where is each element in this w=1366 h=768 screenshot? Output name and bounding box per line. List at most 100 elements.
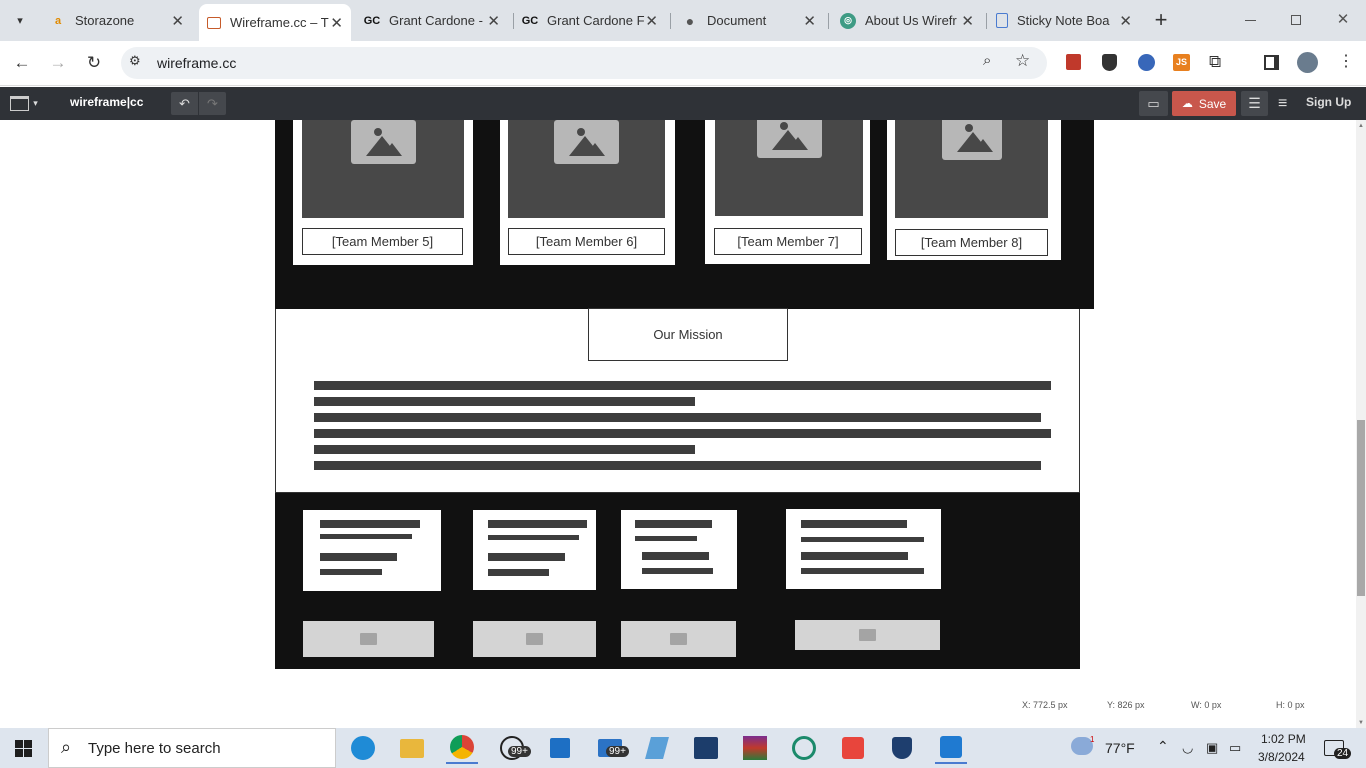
forward-icon[interactable]: → xyxy=(47,52,69,74)
footer-image-placeholder[interactable] xyxy=(621,621,736,657)
scroll-down-arrow[interactable]: ▼ xyxy=(1358,720,1364,726)
undo-button[interactable]: ↶ xyxy=(171,92,198,115)
vertical-scrollbar[interactable]: ▲ ▼ xyxy=(1356,120,1366,728)
tab-wireframe[interactable]: Wireframe.cc – T ✕ xyxy=(199,4,351,41)
edge-icon[interactable] xyxy=(347,732,379,764)
redo-button[interactable]: ↷ xyxy=(199,92,226,115)
close-icon[interactable]: ✕ xyxy=(645,12,658,30)
footer-image-placeholder[interactable] xyxy=(795,620,940,650)
menu-kebab-icon[interactable]: ⋮ xyxy=(1338,51,1354,71)
team-card[interactable]: [Team Member 5] xyxy=(293,120,473,265)
mission-title[interactable]: Our Mission xyxy=(588,308,788,361)
zoom-icon[interactable]: ⌕ xyxy=(983,52,991,69)
extension-red-icon[interactable] xyxy=(1066,54,1081,70)
tab-grant-cardone-2[interactable]: GC Grant Cardone F ✕ xyxy=(516,6,666,35)
text-line[interactable] xyxy=(314,429,1051,438)
dev-tool-icon[interactable] xyxy=(690,732,722,764)
text-line[interactable] xyxy=(314,445,695,454)
scroll-up-arrow[interactable]: ▲ xyxy=(1358,123,1364,129)
app-logo[interactable]: wireframe|cc xyxy=(70,95,143,109)
file-explorer-icon[interactable] xyxy=(396,732,428,764)
close-icon[interactable]: ✕ xyxy=(1119,12,1132,30)
network-icon[interactable]: ◡ xyxy=(1182,740,1193,756)
chrome-icon[interactable] xyxy=(446,732,478,764)
store-icon[interactable] xyxy=(544,732,576,764)
whatsapp-badge: 99+ xyxy=(508,746,531,757)
restore-icon[interactable] xyxy=(1284,10,1308,30)
footer-image-placeholder[interactable] xyxy=(473,621,596,657)
js-extension-icon[interactable]: JS xyxy=(1173,54,1190,71)
mail-icon[interactable]: 99+ xyxy=(594,732,629,764)
team-photo-placeholder[interactable] xyxy=(302,120,464,218)
reload-icon[interactable]: ↻ xyxy=(83,52,105,74)
side-panel-icon[interactable] xyxy=(1264,55,1279,70)
tab-grant-cardone-1[interactable]: GC Grant Cardone - ✕ xyxy=(358,6,508,35)
minimize-icon[interactable] xyxy=(1238,10,1262,30)
bookmark-star-icon[interactable]: ☆ xyxy=(1015,51,1030,71)
text-line[interactable] xyxy=(314,461,1041,470)
team-photo-placeholder[interactable] xyxy=(508,120,665,218)
close-icon[interactable]: ✕ xyxy=(171,12,184,30)
team-member-label[interactable]: [Team Member 8] xyxy=(895,229,1048,256)
hamburger-menu-icon[interactable]: ≡ xyxy=(1278,95,1287,113)
battery-icon[interactable]: ▭ xyxy=(1229,740,1241,756)
close-window-icon[interactable]: ✕ xyxy=(1331,10,1355,30)
site-info-icon[interactable]: ⚙ xyxy=(129,53,141,69)
url-text[interactable]: wireframe.cc xyxy=(157,55,236,71)
team-photo-placeholder[interactable] xyxy=(715,120,863,216)
save-button[interactable]: ☁ Save xyxy=(1172,91,1236,116)
team-card[interactable]: [Team Member 6] xyxy=(500,120,675,265)
tab-sticky-note[interactable]: Sticky Note Boa ✕ xyxy=(990,6,1140,35)
new-tab-button[interactable]: + xyxy=(1150,7,1172,33)
taskbar-search-box[interactable]: ⌕ Type here to search xyxy=(48,728,336,768)
windows-start-icon[interactable] xyxy=(15,740,32,757)
close-icon[interactable]: ✕ xyxy=(487,12,500,30)
tab-about-us[interactable]: ◎ About Us Wirefr ✕ xyxy=(832,6,982,35)
tray-chevron-icon[interactable]: ⌃ xyxy=(1157,738,1169,755)
whatsapp-icon[interactable]: 99+ xyxy=(496,732,531,764)
omnibox[interactable]: ⚙ wireframe.cc ⌕ ☆ xyxy=(121,47,1047,79)
footer-link-card[interactable] xyxy=(786,509,941,589)
wireframe-canvas[interactable]: [Team Member 5] [Team Member 6] [Team Me… xyxy=(0,120,1356,728)
team-card[interactable]: [Team Member 7] xyxy=(705,120,870,264)
footer-image-placeholder[interactable] xyxy=(303,621,434,657)
comment-button[interactable]: ▭ xyxy=(1139,91,1168,116)
page-menu-icon[interactable]: ▾ xyxy=(6,95,42,112)
team-member-label[interactable]: [Team Member 6] xyxy=(508,228,665,255)
app-circle-icon[interactable] xyxy=(788,732,820,764)
blue-extension-icon[interactable] xyxy=(1138,54,1155,71)
text-line[interactable] xyxy=(314,413,1041,422)
winrar-icon[interactable] xyxy=(739,732,771,764)
close-icon[interactable]: ✕ xyxy=(961,12,974,30)
close-icon[interactable]: ✕ xyxy=(803,12,816,30)
notepad-icon[interactable] xyxy=(641,732,673,764)
vscode-icon[interactable] xyxy=(935,732,967,764)
weather-temp[interactable]: 77°F xyxy=(1105,740,1135,756)
team-member-label[interactable]: [Team Member 5] xyxy=(302,228,463,255)
search-icon: ⌕ xyxy=(61,737,72,757)
tab-search-button[interactable]: ▾ xyxy=(8,9,32,31)
text-line[interactable] xyxy=(314,397,695,406)
clock-time[interactable]: 1:02 PM xyxy=(1261,732,1306,746)
back-icon[interactable]: ← xyxy=(11,52,33,74)
tab-storazone[interactable]: a Storazone ✕ xyxy=(42,6,192,35)
sign-up-link[interactable]: Sign Up xyxy=(1306,95,1351,109)
footer-link-card[interactable] xyxy=(303,510,441,591)
team-member-label[interactable]: [Team Member 7] xyxy=(714,228,862,255)
footer-link-card[interactable] xyxy=(473,510,596,590)
device-icon[interactable]: ▣ xyxy=(1206,740,1218,756)
scrollbar-thumb[interactable] xyxy=(1357,420,1365,596)
anydesk-icon[interactable] xyxy=(837,732,869,764)
team-card[interactable]: [Team Member 8] xyxy=(887,120,1061,260)
vpn-shield-icon[interactable] xyxy=(886,732,918,764)
close-icon[interactable]: ✕ xyxy=(330,14,343,32)
team-photo-placeholder[interactable] xyxy=(895,120,1048,218)
tab-document[interactable]: ● Document ✕ xyxy=(674,6,824,35)
text-line[interactable] xyxy=(314,381,1051,390)
extensions-puzzle-icon[interactable]: ⧉ xyxy=(1209,52,1221,72)
footer-link-card[interactable] xyxy=(621,510,737,589)
settings-sliders-button[interactable]: ☰ xyxy=(1241,91,1268,116)
profile-avatar[interactable] xyxy=(1297,52,1318,73)
clock-date[interactable]: 3/8/2024 xyxy=(1258,750,1305,764)
shield-extension-icon[interactable] xyxy=(1102,54,1117,71)
